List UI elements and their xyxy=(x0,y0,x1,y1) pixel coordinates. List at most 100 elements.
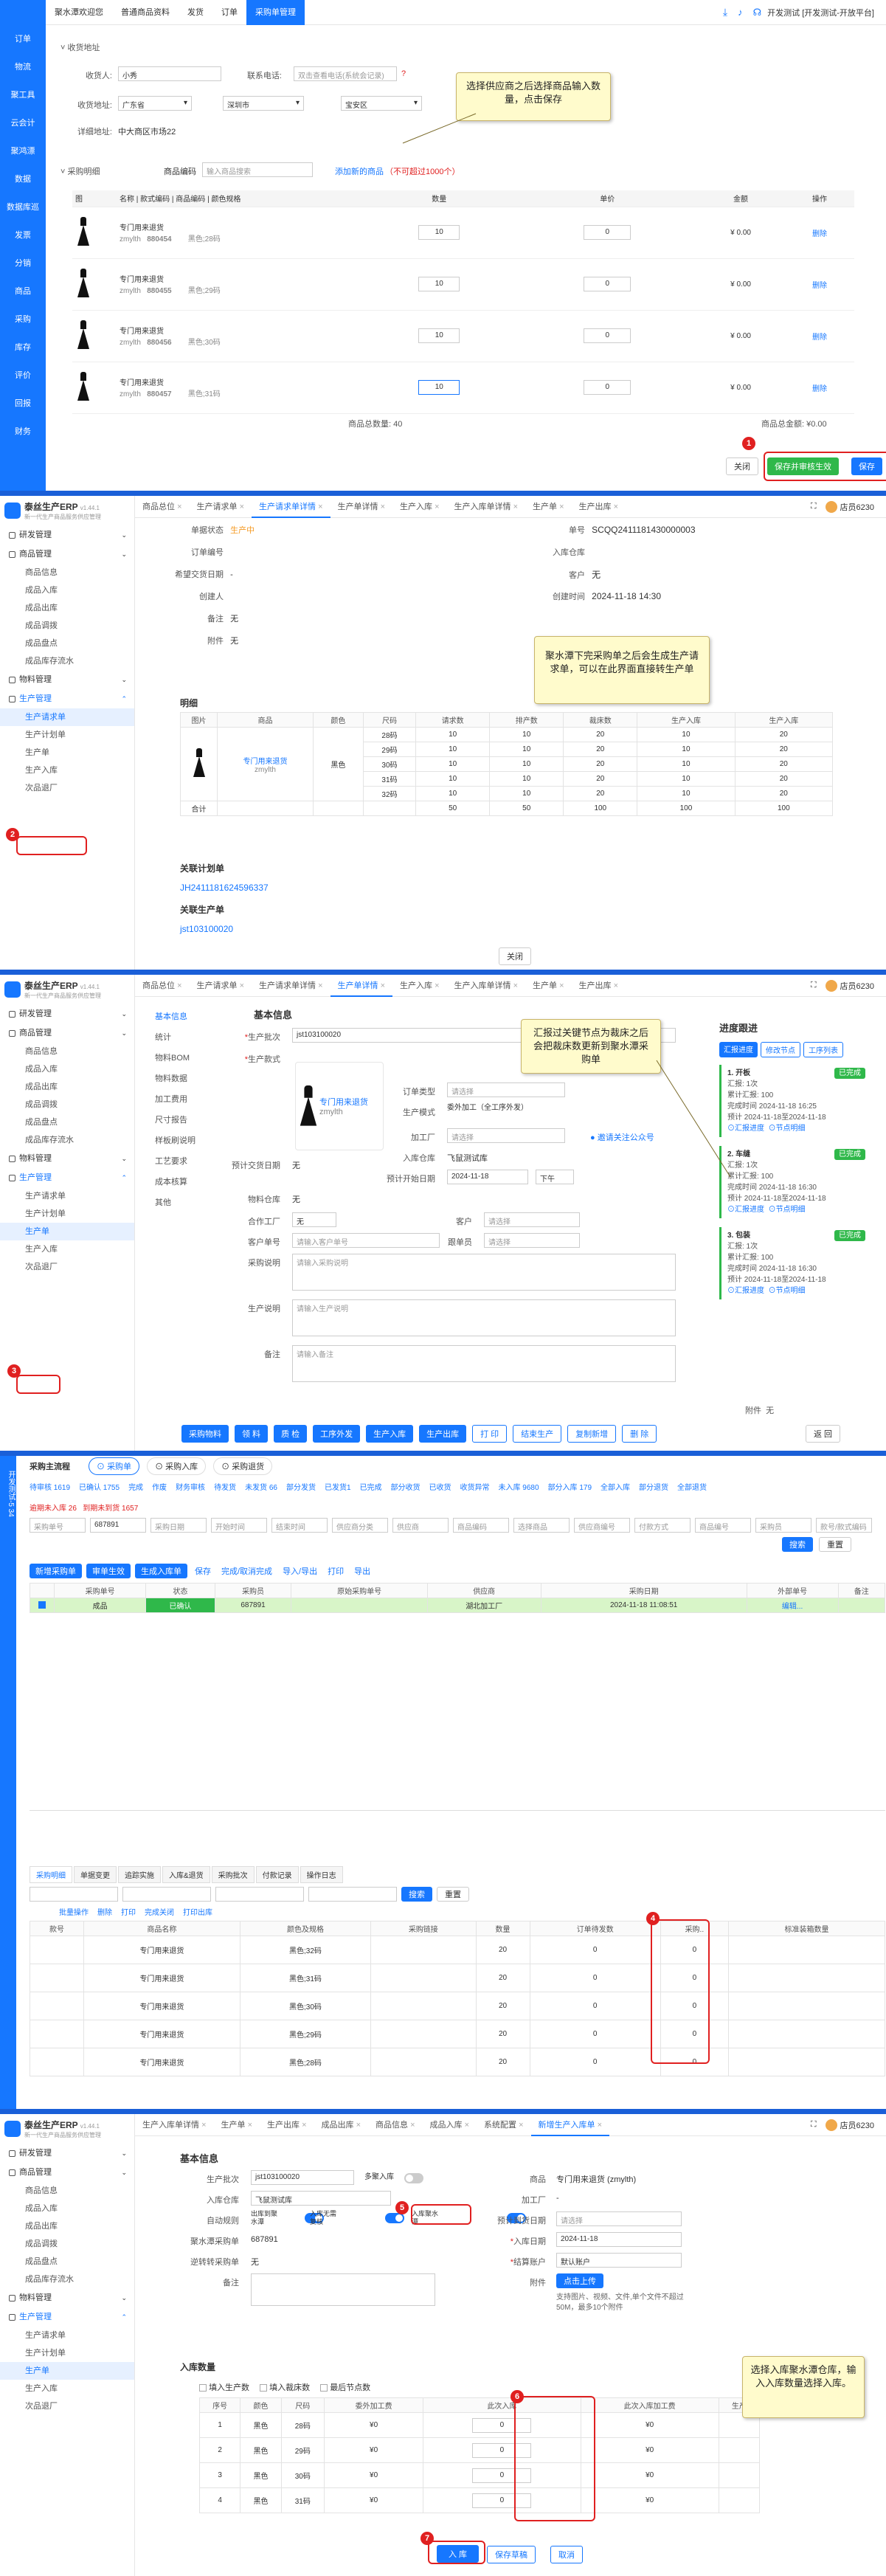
avatar[interactable] xyxy=(825,500,837,513)
start-date[interactable]: 2024-11-18 xyxy=(447,1170,528,1184)
custno-input[interactable]: 请输入客户单号 xyxy=(292,1233,440,1248)
top-tab[interactable]: ⊙ 采购入库 xyxy=(147,1457,207,1475)
sidebar-item[interactable]: 成品盘点 xyxy=(0,635,134,652)
bottom-tab[interactable]: 入库&退货 xyxy=(162,1866,210,1883)
inner-nav-item[interactable]: 尺寸报告 xyxy=(155,1113,207,1134)
progress-tab[interactable]: 汇报进度 xyxy=(719,1042,758,1057)
product-name[interactable]: 专门用来退货 xyxy=(218,755,313,766)
sidebar-item[interactable]: 次品退厂 xyxy=(0,779,134,797)
close-icon[interactable]: × xyxy=(435,981,439,990)
bottom-tool[interactable]: 完成关闭 xyxy=(145,1906,174,1917)
status-filter[interactable]: 作废 xyxy=(152,1481,167,1492)
back-button[interactable]: 返 回 xyxy=(806,1425,841,1443)
account-name[interactable]: 开发测试 [开发测试-开放平台] xyxy=(767,7,874,18)
user-name[interactable]: 店员6230 xyxy=(840,501,874,513)
left-nav-item[interactable]: 库存 xyxy=(0,334,46,362)
fullscreen-icon[interactable]: ⛶ xyxy=(811,2120,817,2130)
sidebar-item[interactable]: 生产入库 xyxy=(0,2380,134,2397)
tab[interactable]: 生产入库单详情 × xyxy=(135,2114,214,2136)
sidebar-item[interactable]: 生产单 xyxy=(0,1223,134,1240)
status-filter[interactable]: 待发货 xyxy=(214,1481,236,1492)
sidebar-group-1[interactable]: 商品管理 ⌄ xyxy=(0,2163,134,2182)
bottom-tab[interactable]: 采购批次 xyxy=(211,1866,255,1883)
sidebar-item[interactable]: 成品出库 xyxy=(0,2217,134,2235)
action-button[interactable]: 复制新增 xyxy=(567,1425,617,1443)
close-icon[interactable]: × xyxy=(465,2121,469,2130)
close-icon[interactable]: × xyxy=(513,503,518,511)
sidebar-item[interactable]: 成品库存流水 xyxy=(0,1131,134,1149)
close-icon[interactable]: × xyxy=(240,503,244,511)
close-icon[interactable]: × xyxy=(559,503,564,511)
close-icon[interactable]: × xyxy=(519,2121,523,2130)
sidebar-group-1[interactable]: 商品管理 ⌄ xyxy=(0,545,134,564)
bottom-search-button[interactable]: 搜索 xyxy=(401,1887,432,1902)
left-nav-item[interactable]: 财务 xyxy=(0,418,46,446)
tab[interactable]: 生产入库 × xyxy=(392,496,447,518)
sidebar-item[interactable]: 生产请求单 xyxy=(0,1187,134,1205)
tab[interactable]: 生产出库 × xyxy=(572,975,626,997)
action-button[interactable]: 生产入库 xyxy=(366,1425,414,1443)
tab[interactable]: 商品信息 × xyxy=(368,2114,423,2136)
left-nav-item[interactable]: 订单 xyxy=(0,25,46,53)
tracker-select[interactable]: 请选择 xyxy=(484,1233,580,1248)
pay-date-input[interactable]: 请选择 xyxy=(556,2211,682,2226)
tab[interactable]: 生产请求单详情 × xyxy=(252,975,330,997)
close-icon[interactable]: × xyxy=(410,2121,415,2130)
sidebar-item[interactable]: 商品信息 xyxy=(0,1043,134,1060)
inner-nav-item[interactable]: 其他 xyxy=(155,1196,207,1217)
top-nav-item[interactable]: 发货 xyxy=(179,0,212,25)
search-field[interactable]: 结束时间 xyxy=(271,1518,328,1533)
price-input[interactable]: 0 xyxy=(584,277,631,291)
bottom-tab[interactable]: 操作日志 xyxy=(300,1866,343,1883)
close-icon[interactable]: × xyxy=(356,2121,361,2130)
close-icon[interactable]: × xyxy=(240,981,244,990)
tab[interactable]: 生产请求单详情 × xyxy=(252,496,330,518)
tab[interactable]: 生产出库 × xyxy=(572,496,626,518)
toolbar-button[interactable]: 生成入库单 xyxy=(135,1564,187,1578)
sidebar-item[interactable]: 生产请求单 xyxy=(0,708,134,726)
price-input[interactable]: 0 xyxy=(584,328,631,343)
tab[interactable]: 生产出库 × xyxy=(260,2114,314,2136)
toolbar-button[interactable]: 打印 xyxy=(325,1564,347,1578)
bottom-tool[interactable]: 删除 xyxy=(97,1906,112,1917)
sidebar-item[interactable]: 成品出库 xyxy=(0,599,134,617)
detail-link[interactable]: ⊙节点明细 xyxy=(769,1287,806,1295)
sidebar-group[interactable]: 商品管理 ⌄ xyxy=(0,1023,134,1043)
sidebar-item[interactable]: 生产单 xyxy=(0,2362,134,2380)
sidebar-item[interactable]: 次品退厂 xyxy=(0,1258,134,1276)
tab[interactable]: 生产入库单详情 × xyxy=(447,496,526,518)
sidebar-group-9[interactable]: 生产管理 ⌃ xyxy=(0,689,134,708)
bottom-tool[interactable]: 批量操作 xyxy=(59,1906,89,1917)
price-input[interactable]: 0 xyxy=(584,380,631,395)
bottom-filter-2[interactable] xyxy=(122,1887,211,1902)
left-nav-item[interactable]: 评价 xyxy=(0,362,46,390)
qty-input[interactable]: 10 xyxy=(418,380,460,395)
left-nav-item[interactable]: 物流 xyxy=(0,53,46,81)
sidebar-group-0[interactable]: 研发管理 ⌄ xyxy=(0,525,134,545)
sidebar-item[interactable]: 成品入库 xyxy=(0,1060,134,1078)
mode-value[interactable]: 委外加工（全工序外发） xyxy=(447,1103,528,1113)
sidebar-item[interactable]: 成品入库 xyxy=(0,2200,134,2217)
bottom-filter-4[interactable] xyxy=(308,1887,397,1902)
due-count[interactable]: 到期未到货 1657 xyxy=(83,1505,138,1513)
inner-nav-item[interactable]: 样板刷说明 xyxy=(155,1134,207,1155)
toolbar-button[interactable]: 完成/取消完成 xyxy=(218,1564,275,1578)
search-button[interactable]: 搜索 xyxy=(782,1537,813,1552)
save-draft-button[interactable]: 保存草稿 xyxy=(487,2546,536,2563)
sidebar-group[interactable]: 研发管理 ⌄ xyxy=(0,1004,134,1023)
style-name[interactable]: 专门用来退货 xyxy=(319,1096,368,1108)
sidebar-item[interactable]: 次品退厂 xyxy=(0,2397,134,2415)
noon-select[interactable]: 下午 xyxy=(536,1170,574,1184)
factory-invite-link[interactable]: ● 邀请关注公众号 xyxy=(590,1131,654,1143)
prod-link[interactable]: jst103100020 xyxy=(180,924,233,934)
account-select[interactable]: 默认账户 xyxy=(556,2253,682,2268)
status-filter[interactable]: 已收货 xyxy=(429,1481,451,1492)
status-filter[interactable]: 已确认 1755 xyxy=(79,1481,120,1492)
status-filter[interactable]: 部分发货 xyxy=(286,1481,316,1492)
sidebar-group-8[interactable]: 物料管理 ⌄ xyxy=(0,670,134,689)
rule2-toggle[interactable] xyxy=(385,2213,405,2223)
cancel-button[interactable]: 取消 xyxy=(550,2546,583,2563)
search-field[interactable]: 供应商 xyxy=(392,1518,449,1533)
avatar[interactable] xyxy=(825,2119,837,2131)
inner-nav-item[interactable]: 统计 xyxy=(155,1031,207,1052)
